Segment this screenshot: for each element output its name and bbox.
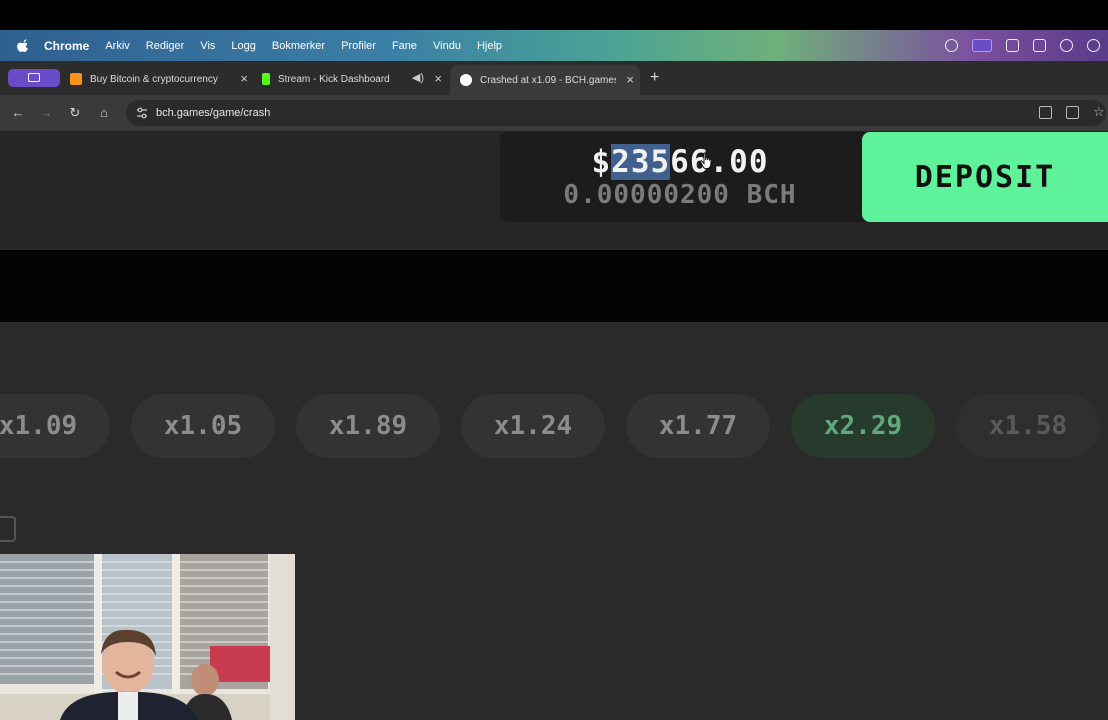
tab-strip: Buy Bitcoin & cryptocurrency × Stream - … [0, 61, 1108, 95]
omnibox-actions: ☆ [1039, 105, 1106, 119]
close-tab-icon[interactable]: × [626, 72, 634, 87]
install-app-icon[interactable] [1066, 106, 1079, 119]
history-chip-faded[interactable]: x1.58 [956, 394, 1100, 458]
webcam-overlay [0, 554, 295, 720]
tab-title: Stream - Kick Dashboard [278, 73, 390, 85]
menu-rediger[interactable]: Rediger [146, 40, 185, 52]
bch-games-favicon-icon [460, 74, 472, 86]
reload-icon[interactable]: ↻ [67, 105, 83, 121]
tab-title: Crashed at x1.09 - BCH.games [480, 74, 616, 86]
wallet-balance[interactable]: $23566.00 0.00000200 BCH [500, 132, 870, 222]
page-header: $23566.00 0.00000200 BCH DEPOSIT [0, 132, 1108, 250]
bitcoin-favicon-icon [70, 73, 82, 85]
speaker-icon[interactable]: ◀) [412, 71, 424, 84]
history-chip[interactable]: x1.24 [461, 394, 605, 458]
menu-fane[interactable]: Fane [392, 40, 417, 52]
side-toggle-icon[interactable] [0, 516, 16, 542]
deposit-button[interactable]: DEPOSIT [862, 132, 1108, 222]
home-icon[interactable]: ⌂ [96, 105, 112, 121]
forward-icon[interactable]: → [38, 105, 54, 121]
status-play-icon[interactable] [1087, 39, 1100, 52]
menu-app-name[interactable]: Chrome [44, 39, 89, 53]
kick-favicon-icon [262, 73, 270, 85]
webcam-feed-image [0, 554, 295, 720]
menu-vindu[interactable]: Vindu [433, 40, 461, 52]
balance-bch: 0.00000200 BCH [563, 180, 797, 210]
menu-hjelp[interactable]: Hjelp [477, 40, 502, 52]
url-text[interactable]: bch.games/game/crash [156, 107, 270, 119]
history-chip[interactable]: x1.05 [131, 394, 275, 458]
new-tab-icon[interactable]: + [650, 69, 659, 87]
game-top-band [0, 250, 1108, 322]
tab-title: Buy Bitcoin & cryptocurrency [90, 73, 218, 85]
history-chip[interactable]: x1.09 [0, 394, 110, 458]
back-icon[interactable]: ← [10, 105, 26, 121]
currency-symbol: $ [591, 144, 612, 180]
history-chip-green[interactable]: x2.29 [791, 394, 935, 458]
tab-buy-bitcoin[interactable]: Buy Bitcoin & cryptocurrency × [70, 67, 254, 91]
top-black-band [0, 0, 1108, 30]
tab-bch-games[interactable]: Crashed at x1.09 - BCH.games × [450, 65, 640, 95]
apple-logo-icon[interactable] [16, 38, 30, 53]
menu-logg[interactable]: Logg [231, 40, 255, 52]
menu-vis[interactable]: Vis [200, 40, 215, 52]
window-icon [28, 73, 40, 82]
menu-profiler[interactable]: Profiler [341, 40, 376, 52]
menu-arkiv[interactable]: Arkiv [105, 40, 129, 52]
status-circle-icon[interactable] [1060, 39, 1073, 52]
tab-kick-dashboard[interactable]: Stream - Kick Dashboard ◀) × [262, 67, 448, 91]
selected-text: 235 [611, 144, 671, 180]
close-tab-icon[interactable]: × [434, 71, 442, 86]
menu-bokmerker[interactable]: Bokmerker [272, 40, 325, 52]
status-screen-share-icon[interactable] [972, 39, 992, 52]
hand-cursor-icon [700, 152, 712, 170]
status-icons [945, 30, 1100, 61]
close-tab-icon[interactable]: × [240, 71, 248, 86]
site-settings-icon[interactable] [136, 107, 148, 119]
status-box-icon[interactable] [1006, 39, 1019, 52]
macos-menu-bar: Chrome Arkiv Rediger Vis Logg Bokmerker … [0, 30, 1108, 61]
tab-search-button[interactable] [8, 69, 60, 87]
balance-usd: $23566.00 [500, 144, 860, 180]
bookmark-star-icon[interactable]: ☆ [1093, 105, 1106, 119]
status-sync-icon[interactable] [945, 39, 958, 52]
balance-usd-rest: 66.00 [670, 144, 769, 180]
history-chip[interactable]: x1.89 [296, 394, 440, 458]
status-grid-icon[interactable] [1033, 39, 1046, 52]
translate-icon[interactable] [1039, 106, 1052, 119]
browser-toolbar: ← → ↻ ⌂ bch.games/game/crash ☆ [0, 95, 1108, 132]
address-bar[interactable]: bch.games/game/crash ☆ [126, 100, 1106, 126]
history-chip[interactable]: x1.77 [626, 394, 770, 458]
